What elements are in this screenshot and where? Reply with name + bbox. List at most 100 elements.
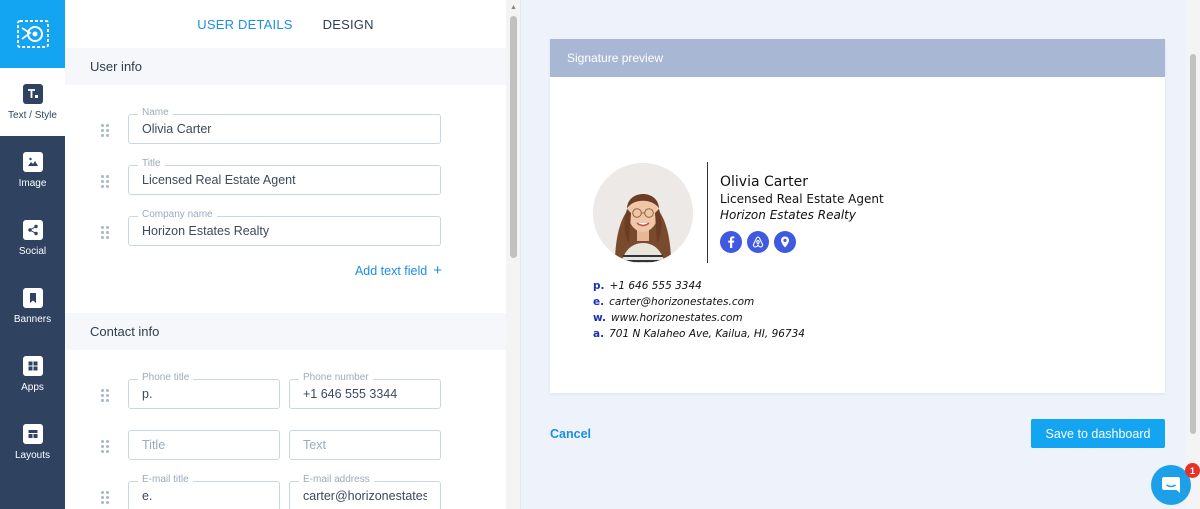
title-input[interactable] [129, 166, 440, 194]
field-label: Phone number [299, 372, 373, 383]
save-to-dashboard-button[interactable]: Save to dashboard [1031, 419, 1165, 448]
tab-user-details[interactable]: USER DETAILS [197, 17, 292, 32]
drag-handle-icon[interactable] [101, 226, 109, 239]
sidebar-item-social[interactable]: Social [0, 204, 65, 272]
sidebar-item-label: Layouts [14, 449, 51, 461]
sidebar-item-label: Apps [21, 381, 44, 393]
drag-handle-icon[interactable] [101, 124, 109, 137]
signature-company: Horizon Estates Realty [720, 208, 856, 222]
sidebar-rail: Text / Style Image Social Banners Apps L… [0, 0, 65, 509]
social-links [720, 231, 796, 253]
scroll-up-arrow-icon[interactable]: ▲ [510, 4, 517, 11]
preview-heading: Signature preview [550, 39, 1165, 77]
email-address-field: E-mail address [289, 474, 441, 509]
company-name-input[interactable] [129, 217, 440, 245]
section-heading-contact-info: Contact info [65, 313, 506, 350]
contact-key: e. [593, 296, 605, 308]
field-label: Company name [138, 209, 217, 220]
add-text-field-label: Add text field [354, 264, 428, 278]
tab-bar: USER DETAILS DESIGN [65, 0, 506, 48]
airbnb-icon[interactable] [747, 231, 769, 253]
field-row [65, 421, 506, 472]
signature-title: Licensed Real Estate Agent [720, 192, 884, 206]
email-title-input[interactable] [129, 482, 279, 509]
sidebar-item-label: Image [18, 177, 47, 189]
signature-preview-card: Signature preview Olivia Carter Licensed… [550, 39, 1165, 393]
field-label: Phone title [138, 372, 194, 383]
signature-contact-email: e. carter@horizonestates.com [593, 296, 754, 308]
email-address-input[interactable] [290, 482, 440, 509]
text-style-icon [22, 83, 43, 104]
signature-name: Olivia Carter [720, 174, 808, 190]
custom-title-input[interactable] [129, 431, 279, 459]
logo-icon [16, 20, 49, 48]
field-label: Title [138, 158, 165, 169]
plus-icon: + [433, 262, 442, 279]
field-label: E-mail address [299, 474, 374, 485]
notification-badge: 1 [1185, 463, 1200, 478]
location-pin-icon[interactable] [774, 231, 796, 253]
company-name-field: Company name [128, 209, 441, 246]
contact-value: 701 N Kalaheo Ave, Kailua, HI, 96734 [609, 328, 805, 340]
contact-value: www.horizonestates.com [611, 312, 743, 324]
sidebar-item-banners[interactable]: Banners [0, 272, 65, 340]
field-row: Title [65, 156, 506, 207]
field-row: Name [65, 105, 506, 156]
sidebar-item-label: Social [18, 245, 47, 257]
name-field: Name [128, 107, 441, 144]
sidebar-item-image[interactable]: Image [0, 136, 65, 204]
signature-contact-address: a. 701 N Kalaheo Ave, Kailua, HI, 96734 [593, 328, 805, 340]
drag-handle-icon[interactable] [101, 389, 109, 402]
share-icon [22, 219, 43, 240]
field-row: E-mail title E-mail address [65, 472, 506, 509]
title-field: Title [128, 158, 441, 195]
sidebar-item-label: Text / Style [8, 109, 57, 121]
sidebar-item-layouts[interactable]: Layouts [0, 408, 65, 476]
contact-info-fields: Phone title Phone number E-mail title [65, 350, 506, 509]
details-panel: USER DETAILS DESIGN User info Name Title… [65, 0, 506, 509]
add-text-field-link[interactable]: Add text field + [65, 262, 506, 279]
email-title-field: E-mail title [128, 474, 280, 509]
section-heading-user-info: User info [65, 48, 506, 85]
bookmark-icon [22, 287, 43, 308]
field-row: Phone title Phone number [65, 370, 506, 421]
name-input[interactable] [129, 115, 440, 143]
app-logo[interactable] [0, 0, 65, 68]
custom-text-input[interactable] [290, 431, 440, 459]
sidebar-item-apps[interactable]: Apps [0, 340, 65, 408]
phone-number-field: Phone number [289, 372, 441, 409]
contact-key: a. [593, 328, 605, 340]
contact-value: carter@horizonestates.com [609, 296, 755, 308]
signature-divider [707, 162, 708, 263]
drag-handle-icon[interactable] [101, 440, 109, 453]
page-scrollbar[interactable] [1186, 0, 1200, 509]
panel-scrollbar[interactable]: ▲ [506, 0, 521, 509]
image-icon [22, 151, 43, 172]
grid-icon [22, 355, 43, 376]
user-info-fields: Name Title Company name Add text field + [65, 85, 506, 279]
field-label: E-mail title [138, 474, 193, 485]
phone-title-input[interactable] [129, 380, 279, 408]
signature-contact-website: w. www.horizonestates.com [593, 312, 743, 324]
scrollbar-thumb[interactable] [510, 16, 517, 258]
profile-photo [593, 163, 693, 263]
contact-key: w. [593, 312, 607, 324]
custom-title-field [128, 430, 280, 460]
contact-value: +1 646 555 3344 [609, 280, 702, 292]
phone-number-input[interactable] [290, 380, 440, 408]
field-label: Name [138, 107, 173, 118]
drag-handle-icon[interactable] [101, 491, 109, 504]
cancel-button[interactable]: Cancel [550, 427, 591, 441]
sidebar-item-text-style[interactable]: Text / Style [0, 68, 65, 136]
custom-text-field [289, 430, 441, 460]
chat-icon [1162, 477, 1180, 493]
drag-handle-icon[interactable] [101, 175, 109, 188]
contact-key: p. [593, 280, 605, 292]
sidebar-item-label: Banners [13, 313, 52, 325]
scrollbar-thumb[interactable] [1190, 54, 1196, 434]
layout-icon [22, 423, 43, 444]
facebook-icon[interactable] [720, 231, 742, 253]
phone-title-field: Phone title [128, 372, 280, 409]
signature-contact-phone: p. +1 646 555 3344 [593, 280, 702, 292]
tab-design[interactable]: DESIGN [323, 17, 374, 32]
